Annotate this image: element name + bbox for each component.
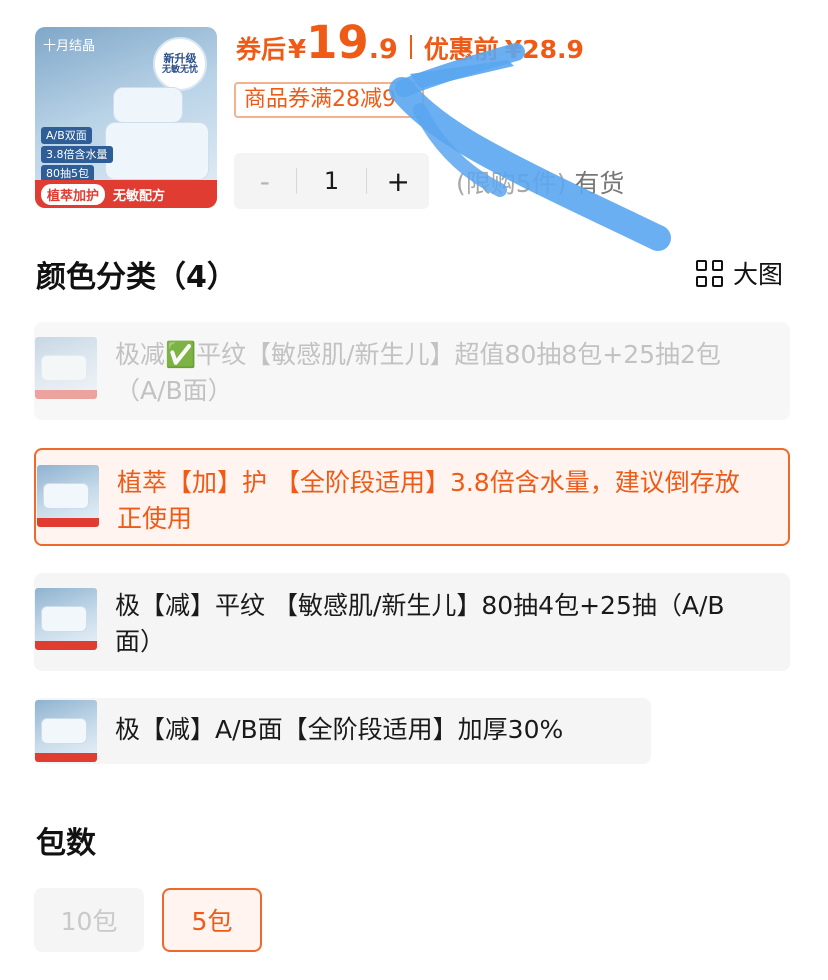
wipes-pack-image bbox=[105, 122, 209, 180]
product-thumbnail[interactable]: 十月结晶 新升级 无敏无忧 A/B双面 3.8倍含水量 80抽5包 植萃加护 无… bbox=[35, 27, 217, 208]
pack-section-title: 包数 bbox=[36, 826, 96, 861]
option-thumbnail bbox=[35, 337, 97, 399]
purchase-limit: (限购5件) 有货 bbox=[456, 164, 624, 200]
price-divider bbox=[409, 34, 412, 59]
color-option[interactable]: 极【减】平纹 【敏感肌/新生儿】80抽4包+25抽（A/B面） bbox=[34, 573, 790, 671]
wipes-pack-image bbox=[113, 87, 183, 123]
option-thumbnail bbox=[37, 465, 99, 527]
decrease-quantity-button[interactable]: - bbox=[234, 165, 296, 198]
purchase-limit-text: (限购5件) bbox=[456, 169, 567, 198]
feature-text: 无敏配方 bbox=[113, 188, 166, 204]
option-label: 极减✅平纹【敏感肌/新生儿】超值80抽8包+25抽2包（A/B面） bbox=[115, 340, 721, 405]
product-tag: 3.8倍含水量 bbox=[41, 146, 113, 163]
price-row: 券后 ¥ 19 .9 优惠前 ¥28.9 bbox=[236, 16, 584, 69]
option-label: 极【减】A/B面【全阶段适用】加厚30% bbox=[115, 715, 564, 744]
color-option[interactable]: 极减✅平纹【敏感肌/新生儿】超值80抽8包+25抽2包（A/B面） bbox=[34, 322, 790, 420]
price-decimal: .9 bbox=[368, 34, 398, 65]
product-tag: A/B双面 bbox=[41, 127, 92, 144]
option-thumbnail bbox=[35, 700, 97, 762]
coupon-badge: 商品券满28减9 bbox=[234, 82, 424, 118]
currency-symbol: ¥ bbox=[288, 35, 307, 65]
pack-option-5[interactable]: 5包 bbox=[162, 888, 262, 952]
upgrade-badge-line-2: 无敏无忧 bbox=[161, 65, 198, 76]
original-price-label: 优惠前 bbox=[423, 35, 499, 64]
upgrade-badge-line-1: 新升级 bbox=[163, 51, 197, 65]
quantity-value[interactable]: 1 bbox=[297, 167, 367, 195]
increase-quantity-button[interactable]: + bbox=[367, 165, 429, 198]
feature-pill: 植萃加护 bbox=[41, 183, 106, 205]
pack-option-10[interactable]: 10包 bbox=[34, 888, 144, 952]
product-feature-bar: 植萃加护 无敏配方 bbox=[35, 180, 217, 208]
big-view-toggle[interactable]: 大图 bbox=[696, 255, 783, 291]
option-label: 植萃【加】护 【全阶段适用】3.8倍含水量，建议倒存放正使用 bbox=[117, 468, 740, 533]
color-option[interactable]: 极【减】A/B面【全阶段适用】加厚30% bbox=[34, 698, 651, 764]
original-price: ¥28.9 bbox=[504, 35, 584, 64]
upgrade-badge: 新升级 无敏无忧 bbox=[153, 37, 207, 91]
color-section-title: 颜色分类（4） bbox=[36, 260, 237, 295]
big-view-label: 大图 bbox=[733, 260, 784, 289]
price-integer: 19 bbox=[306, 16, 369, 69]
option-label: 极【减】平纹 【敏感肌/新生儿】80抽4包+25抽（A/B面） bbox=[115, 591, 725, 656]
stock-status: 有货 bbox=[574, 169, 625, 198]
color-option[interactable]: 植萃【加】护 【全阶段适用】3.8倍含水量，建议倒存放正使用 bbox=[34, 448, 790, 546]
brand-logo-text: 十月结晶 bbox=[43, 39, 96, 54]
price-label: 券后 bbox=[236, 35, 287, 64]
quantity-stepper: - 1 + bbox=[234, 153, 429, 209]
grid-view-icon bbox=[696, 259, 723, 287]
option-thumbnail bbox=[35, 588, 97, 650]
